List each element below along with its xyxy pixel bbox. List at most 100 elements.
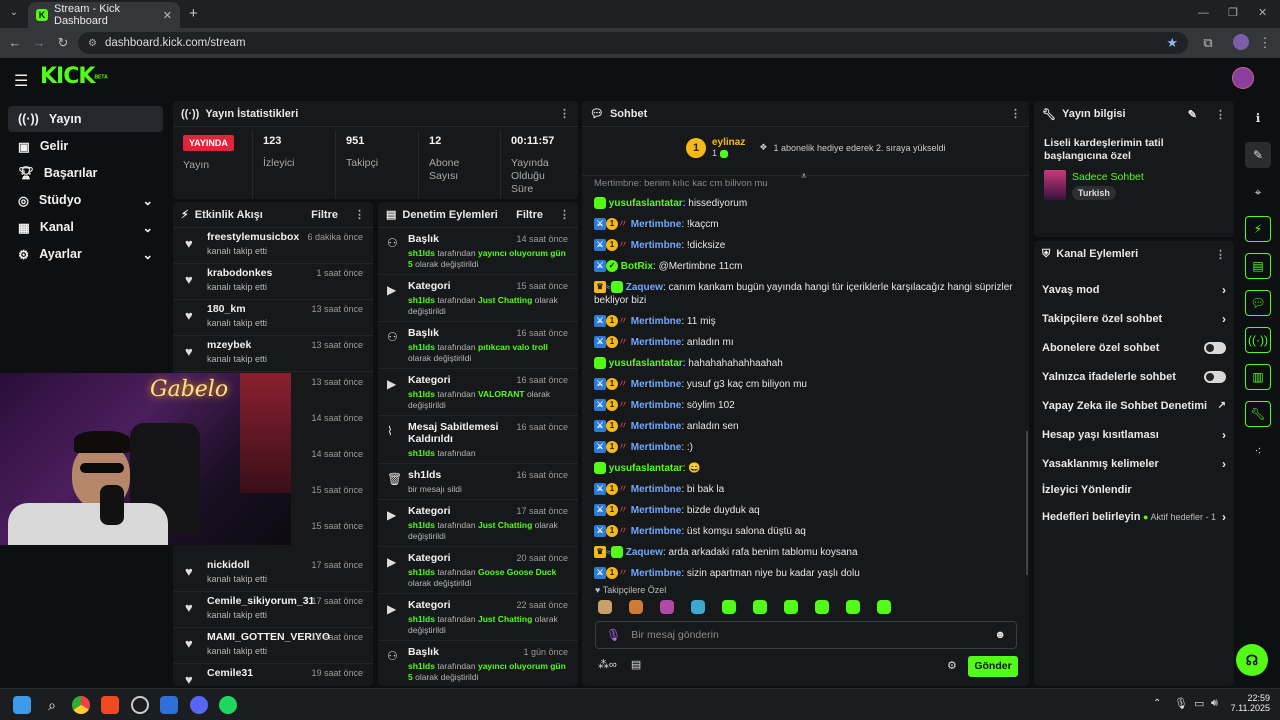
chat-message[interactable]: ⚔ 1 〃 Mertimbne: anladın sen: [594, 416, 1016, 437]
back-icon[interactable]: ←: [7, 35, 23, 50]
moderation-item[interactable]: ▶ 20 saat önce Kategori sh1lds tarafında…: [378, 547, 578, 594]
chat-message[interactable]: ⚔ 1 〃 Mertimbne: yusuf g3 kaç cm biliyon m…: [594, 374, 1016, 395]
obs-icon[interactable]: [131, 696, 149, 714]
list-item[interactable]: ♥ 17 saat önce nickidoll kanalı takip et…: [173, 556, 373, 592]
chat-message[interactable]: ⚔ 1 〃 Mertimbne: !kaçcm: [594, 214, 1016, 235]
app-icon[interactable]: [160, 696, 178, 714]
chat-message[interactable]: ⚔ ✓ BotRix: @Mertimbne 11cm: [594, 256, 1016, 277]
chat-settings-icon[interactable]: ⚙: [947, 659, 957, 672]
broadcast-rail-icon[interactable]: ((·)): [1245, 327, 1271, 353]
chat-message[interactable]: ⚔ 1 〃 Mertimbne: bi bak la: [594, 479, 1016, 500]
points-icon[interactable]: ⁂∞: [598, 658, 617, 671]
emote-6[interactable]: [753, 600, 767, 614]
collapse-pin-icon[interactable]: ⩡: [801, 171, 807, 182]
close-window-icon[interactable]: ✕: [1258, 6, 1267, 19]
mic-tray-icon[interactable]: 🎙︎: [1174, 697, 1188, 710]
moderation-item[interactable]: ▶ 22 saat önce Kategori sh1lds tarafında…: [378, 594, 578, 641]
profile-avatar[interactable]: [1233, 34, 1249, 50]
discord-icon[interactable]: [190, 696, 208, 714]
chat-message[interactable]: ♛ ≈ Zaquew: arda arkadaki rafa benim tabl…: [594, 542, 1016, 563]
channel-action-item[interactable]: Yalnızca ifadelerle sohbet: [1034, 362, 1234, 391]
chat-message[interactable]: yusufaslantatar: 😄: [594, 458, 1016, 479]
maximize-icon[interactable]: ❐: [1228, 6, 1238, 19]
list-item[interactable]: ♥ 18 saat önce MAMI_GOTTEN_VERIYO kanalı…: [173, 628, 373, 664]
list-item[interactable]: ♥ 19 saat önce Cemile31: [173, 664, 373, 686]
browser-menu-icon[interactable]: ⋮: [1257, 35, 1273, 51]
chat-message[interactable]: yusufaslantatar: hissediyorum: [594, 193, 1016, 214]
store-icon[interactable]: ▤: [631, 658, 641, 671]
kick-logo[interactable]: KICKBETA: [40, 64, 108, 89]
edit-icon[interactable]: ✎: [1245, 142, 1271, 168]
emote-4[interactable]: [691, 600, 705, 614]
reload-icon[interactable]: ↻: [55, 35, 71, 51]
spotify-icon[interactable]: [219, 696, 237, 714]
chat-icon[interactable]: 💬︎: [1245, 290, 1271, 316]
emoji-icon[interactable]: ☻: [994, 629, 1006, 641]
chat-message[interactable]: ⚔ 1 〃 Mertimbne: sizin apartman niye bu ka…: [594, 563, 1016, 584]
forward-icon[interactable]: →: [31, 35, 47, 50]
emote-7[interactable]: [784, 600, 798, 614]
tab-close-icon[interactable]: ✕: [163, 9, 172, 22]
channel-action-item[interactable]: Abonelere özel sohbet: [1034, 333, 1234, 362]
windows-start-icon[interactable]: [13, 696, 31, 714]
chat-message[interactable]: ⚔ 1 〃 Mertimbne: bizde duyduk aq: [594, 500, 1016, 521]
layout-icon[interactable]: ▥: [1245, 364, 1271, 390]
channel-action-item[interactable]: İzleyici Yönlendir: [1034, 478, 1234, 502]
hamburger-menu-icon[interactable]: ☰: [14, 71, 28, 91]
clock[interactable]: 22:59 7.11.2025: [1230, 693, 1270, 713]
info-icon[interactable]: ℹ: [1245, 105, 1271, 131]
send-button[interactable]: Gönder: [968, 656, 1018, 677]
channel-action-item[interactable]: Yapay Zeka ile Sohbet Denetimi ↗: [1034, 391, 1234, 420]
channel-action-item[interactable]: Yasaklanmış kelimeler ›: [1034, 449, 1234, 478]
url-bar[interactable]: ⚙ dashboard.kick.com/stream ★: [78, 32, 1188, 54]
moderation-item[interactable]: ▶ 17 saat önce Kategori sh1lds tarafında…: [378, 500, 578, 547]
sidebar-item-basarilar[interactable]: 🏆︎ Başarılar: [8, 160, 163, 186]
tray-chevron-icon[interactable]: ⌃: [1153, 698, 1161, 709]
kebab-menu-icon[interactable]: ⋮: [1010, 107, 1021, 120]
edit-pencil-icon[interactable]: ✎: [1188, 108, 1197, 121]
chat-message[interactable]: ♛ ≈ Zaquew: canım kankam bugün yayında ha…: [594, 277, 1016, 311]
moderation-item[interactable]: ⚇ 16 saat önce Başlık sh1lds tarafından …: [378, 322, 578, 369]
browser-tab[interactable]: K Stream - Kick Dashboard ✕: [28, 2, 180, 28]
moderation-item[interactable]: ▶ 15 saat önce Kategori sh1lds tarafında…: [378, 275, 578, 322]
chat-message[interactable]: yusufaslantatar: hahahahahahhaahah: [594, 353, 1016, 374]
focus-icon[interactable]: ⌖: [1245, 179, 1271, 205]
tab-search-icon[interactable]: ⌄: [6, 7, 22, 18]
extensions-icon[interactable]: ⧉: [1200, 35, 1216, 51]
sidebar-item-kanal[interactable]: ▦ Kanal ⌄: [8, 214, 163, 240]
emote-3[interactable]: [660, 600, 674, 614]
chat-message[interactable]: ⚔ 1 〃 Mertimbne: anladın mı: [594, 332, 1016, 353]
category-link[interactable]: Sadece Sohbet: [1072, 171, 1144, 183]
emote-2[interactable]: [629, 600, 643, 614]
volume-icon[interactable]: 🔊︎: [1211, 697, 1218, 710]
wrench-rail-icon[interactable]: 🔧︎: [1245, 401, 1271, 427]
list-item[interactable]: ♥ 1 saat önce krabodonkes kanalı takip e…: [173, 264, 373, 300]
list-item[interactable]: ♥ 13 saat önce 180_km kanalı takip etti: [173, 300, 373, 336]
channel-action-item[interactable]: Takipçilere özel sohbet ›: [1034, 304, 1234, 333]
channel-action-item[interactable]: Hedefleri belirleyin ● Aktif hedefler - 1…: [1034, 502, 1234, 531]
moderation-item[interactable]: 🗑︎ 16 saat önce sh1lds bir mesajı sildi: [378, 464, 578, 500]
channel-action-item[interactable]: Hesap yaşı kısıtlaması ›: [1034, 420, 1234, 449]
chat-message[interactable]: ⚔ 1 〃 Mertimbne: söylim 102: [594, 395, 1016, 416]
moderation-item[interactable]: ⌇ 16 saat önce Mesaj Sabitlemesi Kaldırı…: [378, 416, 578, 464]
channel-action-item[interactable]: Yavaş mod ›: [1034, 275, 1234, 304]
lightning-icon[interactable]: ⚡︎: [1245, 216, 1271, 242]
help-headset-icon[interactable]: ☊: [1236, 644, 1268, 676]
chat-message[interactable]: ⚔ 1 〃 Mertimbne: :): [594, 437, 1016, 458]
search-icon[interactable]: ⌕: [43, 696, 61, 714]
minimize-icon[interactable]: —: [1198, 7, 1209, 19]
activity-filter-button[interactable]: Filtre: [311, 209, 338, 221]
sidebar-item-gelir[interactable]: ▣ Gelir: [8, 133, 163, 159]
kebab-menu-icon[interactable]: ⋮: [1215, 248, 1226, 261]
chat-input[interactable]: 🎙︎ Bir mesaj gönderin ☻: [595, 621, 1017, 649]
brave-icon[interactable]: [101, 696, 119, 714]
list-item[interactable]: ♥ 13 saat önce mzeybek kanalı takip etti: [173, 336, 373, 372]
bookmark-star-icon[interactable]: ★: [1166, 35, 1178, 51]
list-item[interactable]: ♥ 6 dakika önce freestylemusicbox kanalı…: [173, 228, 373, 264]
chat-message[interactable]: ⚔ 1 〃 Mertimbne: !dicksize: [594, 235, 1016, 256]
new-tab-button[interactable]: +: [189, 5, 198, 22]
user-avatar[interactable]: [1232, 67, 1254, 89]
chat-message[interactable]: ⚔ 1 〃 Mertimbne: üst komşu salona düştü aq: [594, 521, 1016, 542]
moderation-item[interactable]: ⚇ 1 gün önce Başlık sh1lds tarafından ya…: [378, 641, 578, 686]
sidebar-item-yayin[interactable]: ((·)) Yayın: [8, 106, 163, 132]
